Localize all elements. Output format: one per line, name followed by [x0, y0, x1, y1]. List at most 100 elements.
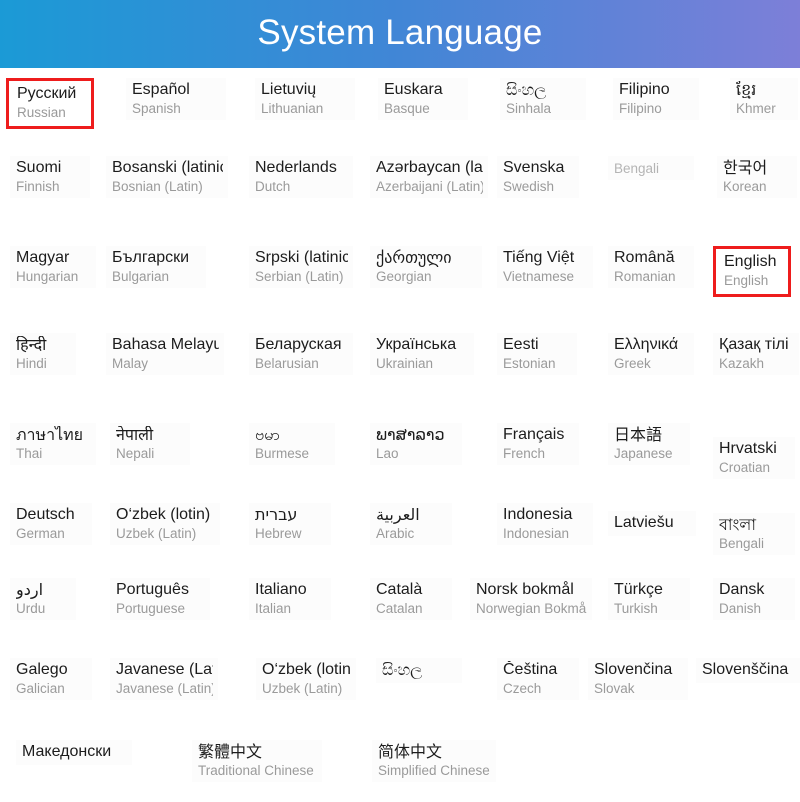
language-option[interactable]: नेपाली Nepali — [110, 423, 190, 466]
language-option[interactable]: සිංහල Sinhala — [500, 78, 586, 121]
language-english-name: Georgian — [376, 268, 432, 284]
language-option[interactable]: Română Romanian — [608, 246, 694, 289]
language-native-name: Italiano — [255, 581, 307, 598]
language-option[interactable]: ქართული Georgian — [370, 246, 482, 289]
language-english-name: Italian — [255, 600, 292, 616]
language-option[interactable]: Bosanski (latinica) Bosnian (Latin) — [106, 156, 228, 199]
language-option[interactable]: हिन्दी Hindi — [10, 333, 76, 376]
language-option[interactable]: Español Spanish — [126, 78, 226, 121]
language-native-name: Bosanski (latinica) — [112, 159, 223, 176]
language-option[interactable]: Magyar Hungarian — [10, 246, 96, 289]
language-english-name: Burmese — [255, 445, 310, 461]
language-option[interactable]: Euskara Basque — [378, 78, 468, 121]
language-option[interactable]: Tiếng Việt Vietnamese — [497, 246, 593, 289]
language-option[interactable]: עברית Hebrew — [249, 503, 331, 546]
language-english-name: Korean — [723, 178, 767, 194]
language-native-name: 繁體中文 — [198, 743, 263, 761]
language-option[interactable]: 简体中文 Simplified Chinese — [372, 740, 496, 783]
language-option[interactable]: Slovenčina Slovak — [588, 658, 688, 701]
language-native-name: Svenska — [503, 159, 565, 176]
language-native-name: Latviešu — [614, 514, 674, 531]
language-option[interactable]: O‘zbek (lotin) Uzbek (Latin) — [110, 503, 220, 546]
language-native-name: Eesti — [503, 336, 539, 353]
language-native-name: Galego — [16, 661, 68, 678]
language-native-name: Türkçe — [614, 581, 663, 598]
language-option-selected[interactable]: English English — [713, 246, 791, 298]
language-option[interactable]: Galego Galician — [10, 658, 92, 701]
language-option[interactable]: Українська Ukrainian — [370, 333, 474, 376]
language-option[interactable]: Hrvatski Croatian — [713, 437, 795, 480]
language-native-name: Slovenščina — [702, 661, 789, 678]
language-native-name: Suomi — [16, 159, 62, 176]
language-option[interactable]: Srpski (latinica) Serbian (Latin) — [249, 246, 353, 289]
language-option[interactable]: Deutsch German — [10, 503, 92, 546]
language-option[interactable]: 한국어 Korean — [717, 156, 797, 199]
language-option[interactable]: Filipino Filipino — [613, 78, 699, 121]
language-option[interactable]: Bahasa Melayu Malay — [106, 333, 224, 376]
language-english-name: Malay — [112, 355, 149, 371]
language-option-selected[interactable]: Русский Russian — [6, 78, 94, 130]
language-option[interactable]: Čeština Czech — [497, 658, 579, 701]
language-english-name: Portuguese — [116, 600, 186, 616]
language-option[interactable]: Svenska Swedish — [497, 156, 579, 199]
language-option[interactable]: 繁體中文 Traditional Chinese — [192, 740, 322, 783]
language-english-name: Traditional Chinese — [198, 762, 314, 778]
language-option[interactable]: සිංහල — [376, 658, 462, 683]
language-native-name: Norsk bokmål — [476, 581, 574, 598]
language-native-name: Қазақ тілі — [719, 336, 789, 353]
language-english-name: Finnish — [16, 178, 60, 194]
language-option[interactable]: ខ្មែរ Khmer — [730, 78, 798, 121]
language-option[interactable]: ภาษาไทย Thai — [10, 423, 96, 466]
language-english-name: Kazakh — [719, 355, 765, 371]
language-option[interactable]: Lietuvių Lithuanian — [255, 78, 355, 121]
language-option[interactable]: Македонски — [16, 740, 132, 765]
language-option[interactable]: বাংলা Bengali — [713, 513, 795, 556]
language-option[interactable]: Português Portuguese — [110, 578, 210, 621]
language-option[interactable]: Türkçe Turkish — [608, 578, 690, 621]
language-english-name: Sinhala — [506, 100, 552, 116]
language-native-name: Deutsch — [16, 506, 75, 523]
language-native-name: O‘zbek (lotin) — [262, 661, 351, 678]
language-english-name: Russian — [17, 104, 66, 120]
language-option[interactable]: O‘zbek (lotin) Uzbek (Latin) — [256, 658, 356, 701]
language-english-name: Serbian (Latin) — [255, 268, 344, 284]
language-option[interactable]: Slovenščina — [696, 658, 800, 683]
language-option[interactable]: Dansk Danish — [713, 578, 795, 621]
language-native-name: Македонски — [22, 743, 112, 760]
language-option[interactable]: 日本語 Japanese — [608, 423, 690, 466]
language-option[interactable]: ພາສາລາວ Lao — [370, 423, 462, 466]
language-option[interactable]: Latviešu — [608, 511, 696, 536]
language-option[interactable]: Indonesia Indonesian — [497, 503, 593, 546]
language-english-name: Japanese — [614, 445, 673, 461]
language-option[interactable]: Italiano Italian — [249, 578, 331, 621]
language-english-name: Slovak — [594, 680, 635, 696]
language-option[interactable]: Bengali — [608, 156, 694, 181]
language-option[interactable]: Беларуская Belarusian — [249, 333, 353, 376]
language-english-name: Hebrew — [255, 525, 302, 541]
language-english-name: Bosnian (Latin) — [112, 178, 203, 194]
language-option[interactable]: Ελληνικά Greek — [608, 333, 694, 376]
language-native-name: Português — [116, 581, 189, 598]
language-english-name: English — [724, 272, 769, 288]
language-option[interactable]: ဗမာ Burmese — [249, 423, 335, 466]
language-option[interactable]: Javanese (Latin) Javanese (Latin) — [110, 658, 218, 701]
language-english-name: Lithuanian — [261, 100, 324, 116]
language-option[interactable]: اردو Urdu — [10, 578, 76, 621]
app-header: System Language — [0, 0, 800, 68]
language-native-name: Nederlands — [255, 159, 337, 176]
language-native-name: Español — [132, 81, 190, 98]
language-native-name: العربية — [376, 506, 420, 524]
language-option[interactable]: Français French — [497, 423, 579, 466]
language-option[interactable]: Azərbaycan (latın) Azerbaijani (Latin) — [370, 156, 488, 199]
language-option[interactable]: Norsk bokmål Norwegian Bokmål — [470, 578, 592, 621]
language-row: Deutsch German O‘zbek (lotin) Uzbek (Latin)… — [0, 503, 800, 565]
language-option[interactable]: Suomi Finnish — [10, 156, 90, 199]
language-option[interactable]: Català Catalan — [370, 578, 452, 621]
language-option[interactable]: Қазақ тілі Kazakh — [713, 333, 799, 376]
language-english-name: Catalan — [376, 600, 423, 616]
language-option[interactable]: Български Bulgarian — [106, 246, 206, 289]
language-option[interactable]: Eesti Estonian — [497, 333, 577, 376]
language-option[interactable]: Nederlands Dutch — [249, 156, 353, 199]
language-option[interactable]: العربية Arabic — [370, 503, 452, 546]
language-native-name: বাংলা — [719, 516, 756, 534]
